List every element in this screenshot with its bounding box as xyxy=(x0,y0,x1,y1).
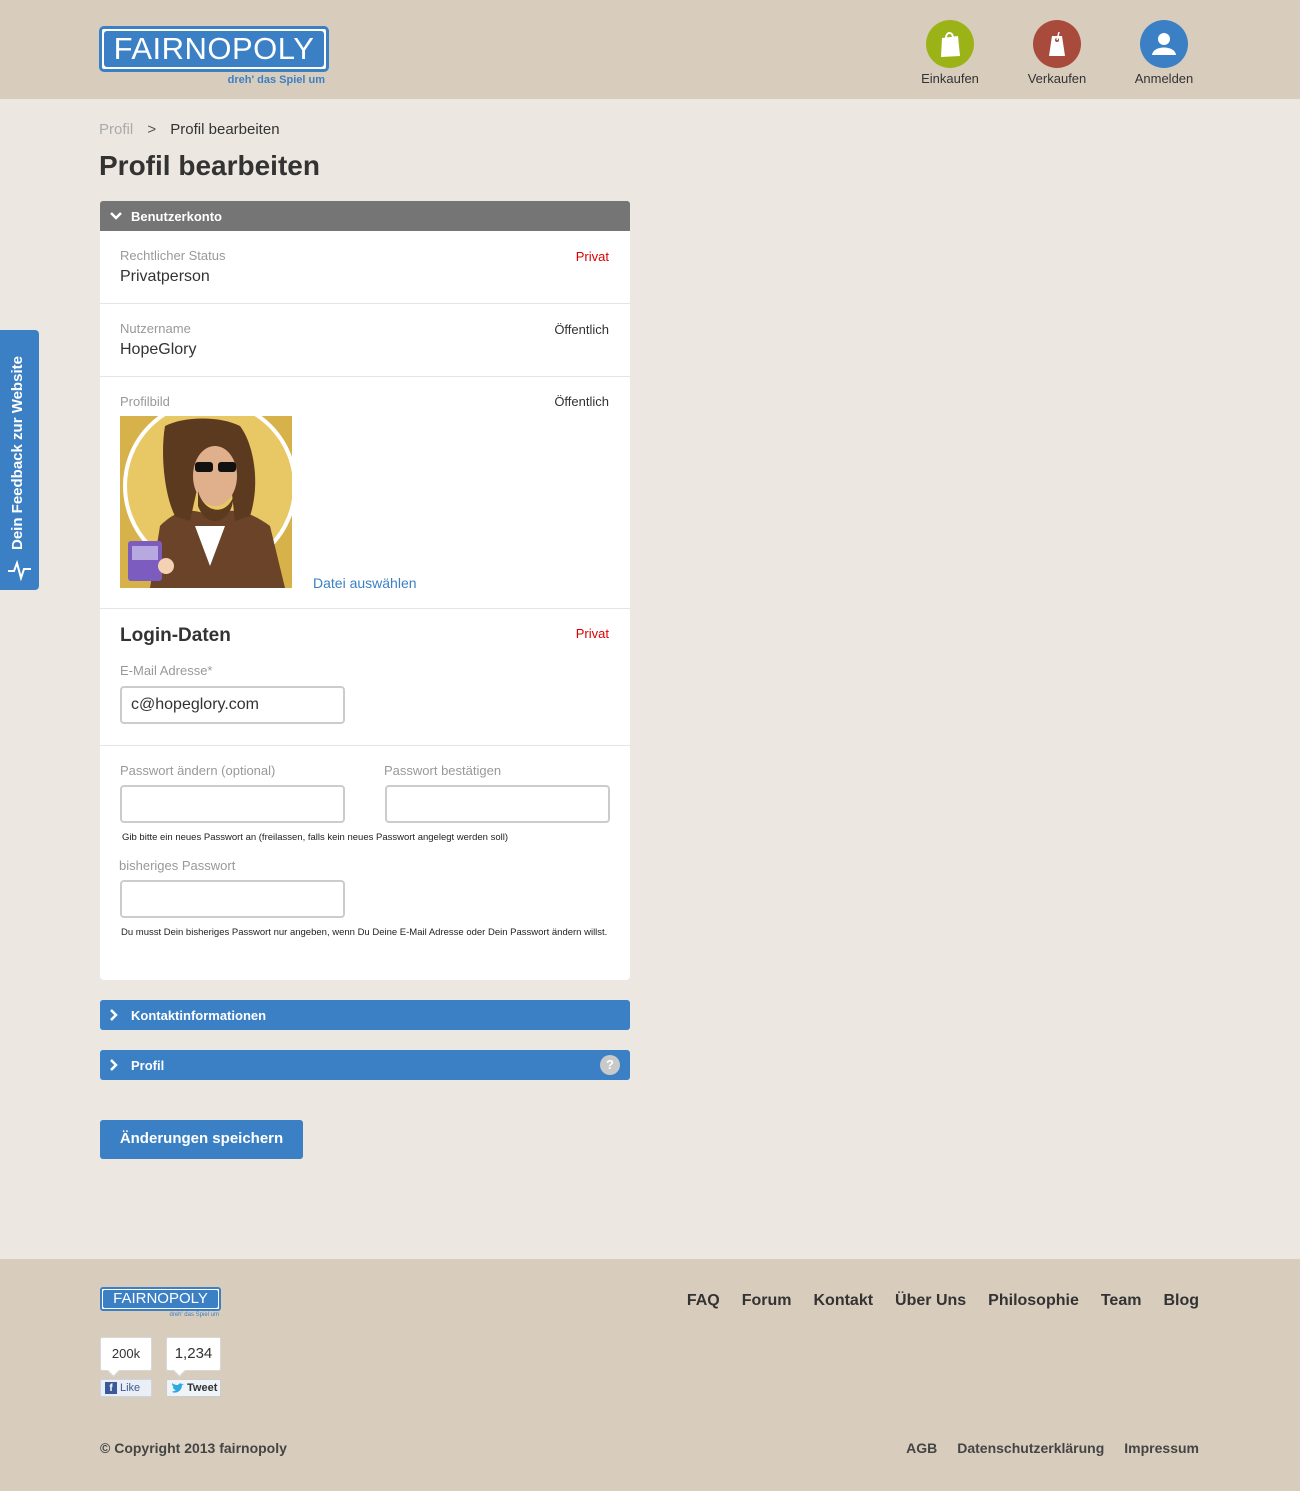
page-title: Profil bearbeiten xyxy=(99,150,320,181)
email-label: E-Mail Adresse* xyxy=(120,663,213,678)
footer-logo-text: FAIRNOPOLY xyxy=(103,1290,218,1308)
logo-text: FAIRNOPOLY xyxy=(104,31,324,67)
twitter-tweet-button[interactable]: Tweet xyxy=(166,1379,221,1397)
password-row: Passwort ändern (optional) Passwort best… xyxy=(100,746,630,980)
visibility-badge: Öffentlich xyxy=(554,394,609,409)
panel-title: Kontaktinformationen xyxy=(131,1007,267,1023)
footer-link-blog[interactable]: Blog xyxy=(1163,1292,1199,1310)
visibility-badge: Öffentlich xyxy=(554,322,609,337)
email-field[interactable]: c@hopeglory.com xyxy=(120,686,345,724)
footer-link-agb[interactable]: AGB xyxy=(906,1440,937,1456)
fairnopoly-logo[interactable]: FAIRNOPOLY dreh' das Spiel um xyxy=(99,26,329,88)
new-password-field[interactable] xyxy=(120,785,345,823)
feedback-tab[interactable]: Dein Feedback zur Website xyxy=(0,330,39,590)
new-password-label: Passwort ändern (optional) xyxy=(120,763,276,778)
logo-tagline: dreh' das Spiel um xyxy=(227,74,325,86)
twitter-tweet-label: Tweet xyxy=(187,1382,218,1394)
footer-logo[interactable]: FAIRNOPOLY dreh' das Spiel um xyxy=(100,1287,221,1320)
nav-label: Einkaufen xyxy=(921,71,979,86)
price-tag-icon xyxy=(1033,20,1081,68)
facebook-icon: f xyxy=(105,1382,117,1394)
confirm-password-field[interactable] xyxy=(385,785,610,823)
twitter-tweet-count: 1,234 xyxy=(166,1337,221,1371)
panel-title: Profil xyxy=(131,1057,165,1073)
choose-file-link[interactable]: Datei auswählen xyxy=(313,575,417,591)
current-password-label: bisheriges Passwort xyxy=(119,858,236,873)
password-hint: Gib bitte ein neues Passwort an (freilas… xyxy=(122,832,509,843)
footer-link-philosophie[interactable]: Philosophie xyxy=(988,1292,1079,1310)
save-changes-button[interactable]: Änderungen speichern xyxy=(100,1120,303,1159)
panel-title: Benutzerkonto xyxy=(131,208,222,224)
current-password-hint: Du musst Dein bisheriges Passwort nur an… xyxy=(121,927,608,938)
login-data-row: Login-Daten Privat E-Mail Adresse* c@hop… xyxy=(100,609,630,746)
feedback-label: Dein Feedback zur Website xyxy=(9,356,26,550)
breadcrumb-separator: > xyxy=(147,121,157,138)
footer-link-kontakt[interactable]: Kontakt xyxy=(813,1292,873,1310)
nav-verkaufen[interactable]: Verkaufen xyxy=(1012,20,1102,86)
legal-status-row: Rechtlicher Status Privatperson Privat xyxy=(100,231,630,304)
username-label: Nutzername xyxy=(120,321,191,336)
footer-link-impressum[interactable]: Impressum xyxy=(1124,1440,1199,1456)
panel-header-benutzerkonto[interactable]: Benutzerkonto xyxy=(100,201,630,231)
breadcrumb-profil-link[interactable]: Profil xyxy=(99,121,133,138)
profile-picture xyxy=(120,416,292,588)
footer-link-team[interactable]: Team xyxy=(1101,1292,1142,1310)
footer-link-faq[interactable]: FAQ xyxy=(687,1292,720,1310)
site-footer: FAIRNOPOLY dreh' das Spiel um FAQ Forum … xyxy=(0,1259,1300,1491)
account-panel-body: Rechtlicher Status Privatperson Privat N… xyxy=(100,231,630,980)
shopping-bag-icon xyxy=(926,20,974,68)
legal-status-label: Rechtlicher Status xyxy=(120,248,226,263)
visibility-badge: Privat xyxy=(575,626,609,641)
breadcrumb: Profil > Profil bearbeiten xyxy=(99,121,280,138)
login-section-title: Login-Daten xyxy=(120,625,231,646)
facebook-like-count: 200k xyxy=(100,1337,152,1371)
help-icon[interactable]: ? xyxy=(600,1055,620,1075)
nav-label: Verkaufen xyxy=(1027,71,1087,86)
twitter-bird-icon xyxy=(172,1382,184,1393)
username-row: Nutzername HopeGlory Öffentlich xyxy=(100,304,630,377)
user-icon xyxy=(1140,20,1188,68)
facebook-like-label: Like xyxy=(120,1382,141,1394)
nav-label: Anmelden xyxy=(1134,71,1194,86)
nav-anmelden[interactable]: Anmelden xyxy=(1119,20,1209,86)
footer-link-datenschutz[interactable]: Datenschutzerklärung xyxy=(957,1440,1104,1456)
username-value: HopeGlory xyxy=(120,341,197,358)
copyright: © Copyright 2013 fairnopoly xyxy=(100,1440,287,1456)
confirm-password-label: Passwort bestätigen xyxy=(384,763,502,778)
breadcrumb-current: Profil bearbeiten xyxy=(170,121,280,138)
footer-link-forum[interactable]: Forum xyxy=(742,1292,792,1310)
chevron-right-icon xyxy=(110,1059,124,1071)
pulse-icon xyxy=(8,559,31,581)
legal-status-value: Privatperson xyxy=(120,268,210,285)
footer-link-ueber-uns[interactable]: Über Uns xyxy=(895,1292,966,1310)
panel-header-profil[interactable]: Profil ? xyxy=(100,1050,630,1080)
panel-header-kontaktinformationen[interactable]: Kontaktinformationen xyxy=(100,1000,630,1030)
chevron-right-icon xyxy=(110,1009,124,1021)
visibility-badge: Privat xyxy=(575,249,609,264)
chevron-down-icon xyxy=(110,212,124,220)
site-header: FAIRNOPOLY dreh' das Spiel um Einkaufen … xyxy=(0,0,1300,99)
legal-links: AGB Datenschutzerklärung Impressum xyxy=(906,1440,1199,1456)
twitter-tweet-widget: 1,234 Tweet xyxy=(166,1337,221,1397)
footer-nav: FAQ Forum Kontakt Über Uns Philosophie T… xyxy=(687,1292,1199,1310)
facebook-like-widget: 200k f Like xyxy=(100,1337,152,1397)
profile-image-label: Profilbild xyxy=(120,394,170,409)
facebook-like-button[interactable]: f Like xyxy=(100,1379,152,1397)
nav-einkaufen[interactable]: Einkaufen xyxy=(905,20,995,86)
current-password-field[interactable] xyxy=(120,880,345,918)
footer-logo-tagline: dreh' das Spiel um xyxy=(169,1312,219,1318)
profile-image-row: Profilbild Öffentlich Datei auswählen xyxy=(100,377,630,609)
